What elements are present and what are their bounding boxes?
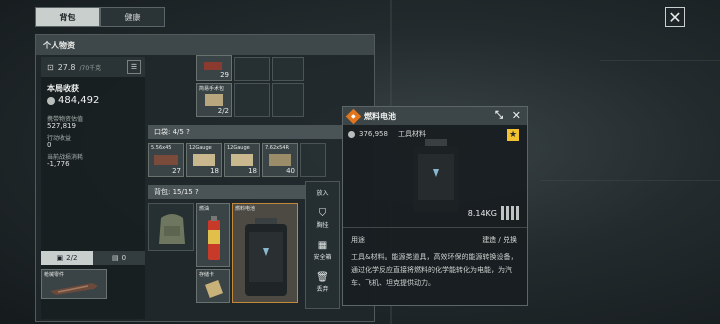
weapon-parts-icon [50,283,98,295]
coin-icon [47,96,55,105]
tab-backpack[interactable]: 背包 [35,7,100,27]
ammo-icon [193,154,215,166]
help-icon[interactable]: ? [195,188,199,196]
grid-size-icon [501,206,519,220]
detail-price: 376,958 [359,130,388,138]
weight-value: 27.8 [57,62,76,72]
tag-icon: ◆ [345,108,362,124]
detail-description: 工具&材料。能源类道具，高效环保的能源转换设备，通过化学反应直接将燃料的化学能转… [351,253,518,287]
weight-bar: ⊡ 27.8 /70千克 ☰ [41,57,145,77]
income-title: 本局收获 [47,84,79,93]
case-tabs: ▣ 2/2 ▤ 0 [41,251,145,265]
backpack-item-memory-card[interactable]: 存储卡 [196,269,230,303]
list-icon: ☰ [130,63,138,71]
item-surgery-kit[interactable]: 简易手术包 2/2 [196,83,232,117]
stats-column: ⊡ 27.8 /70千克 ☰ 本局收获 484,492 携带物资估值 527,8… [41,57,145,319]
tab-health[interactable]: 健康 [100,7,165,27]
grid-slot[interactable] [234,83,270,117]
close-icon[interactable]: ✕ [512,109,521,122]
detail-title: 燃料电池 [364,111,396,121]
briefcase-icon: ▣ [56,254,64,262]
case-tab-2[interactable]: ▤ 0 [93,251,145,265]
ammo-icon [231,154,253,166]
close-button[interactable]: ✕ [665,7,685,27]
weight-unit: /70千克 [79,64,102,72]
pocket-header: 口袋: 4/5 ? [148,125,374,139]
safe-box-icon: ▦ [317,239,328,251]
backpack-header: 背包: 15/15 ? [148,185,306,199]
menu-discard[interactable]: 🗑 丢弃 [306,266,339,298]
grid-slot[interactable] [234,57,270,81]
detail-weight: 8.14KG [467,209,497,218]
pocket-item[interactable]: 7.62x54R 40 [262,143,298,177]
weapon-parts-item[interactable]: 枪械零件 [41,269,107,299]
backpack-item-fuel[interactable]: 燃油 [196,203,230,267]
memory-card-icon [205,280,223,298]
help-icon[interactable]: ? [186,128,190,136]
top-tabs: 背包 健康 [35,7,165,27]
usage-label: 用途 [351,236,365,244]
backpack-item-fuel-cell[interactable]: 燃料电池 [232,203,298,303]
collapse-icon[interactable]: ⤡ [495,110,503,121]
favorite-star-icon[interactable]: ★ [507,129,519,141]
close-icon: ✕ [668,7,682,27]
detail-price-row: 376,958 工具材料 [348,129,426,139]
income-value: 484,492 [58,95,100,106]
fuel-cell-preview [413,139,459,212]
context-menu: 放入 ⛉ 胸挂 ▦ 安全箱 🗑 丢弃 [305,181,340,309]
item-brick[interactable]: 29 [196,55,232,81]
case-tab-1[interactable]: ▣ 2/2 [41,251,93,265]
menu-put-in[interactable]: 放入 [306,182,339,202]
safe-icon: ▤ [111,254,119,262]
backpack-icon [159,214,185,244]
menu-safe-box[interactable]: ▦ 安全箱 [306,234,339,266]
pocket-item[interactable]: 12Gauge 18 [186,143,222,177]
surgery-kit-icon [205,94,223,106]
usage-value: 建造 / 兑换 [482,236,517,244]
panel-title: 个人物资 [36,35,374,55]
fuel-cell-icon [245,218,287,296]
backpack-equip-slot[interactable] [148,203,194,251]
detail-category: 工具材料 [397,130,426,138]
income-row: 484,492 [47,95,99,106]
weight-icon: ⊡ [47,62,54,72]
coin-icon [348,130,355,138]
list-view-button[interactable]: ☰ [127,60,141,74]
ammo-icon [154,155,178,165]
detail-header: ◆ 燃料电池 ⤡ ✕ [343,107,527,125]
action-value: 0 [47,141,52,149]
fuel-can-icon [208,216,220,260]
pocket-item[interactable]: 12Gauge 18 [224,143,260,177]
pocket-item[interactable]: 5.56x45 27 [148,143,184,177]
grid-slot[interactable] [272,57,304,81]
ammo-icon [269,154,291,166]
grid-slot[interactable] [272,83,304,117]
menu-vest[interactable]: ⛉ 胸挂 [306,202,339,234]
carry-value: 527,819 [47,122,76,130]
brick-icon [204,62,222,70]
trash-icon: 🗑 [316,271,329,283]
vest-icon: ⛉ [318,207,327,219]
loss-value: -1,776 [47,160,70,168]
grid-slot[interactable] [300,143,326,177]
item-detail-panel: ◆ 燃料电池 ⤡ ✕ 376,958 工具材料 ★ 8.14KG 用途 建造 /… [342,106,528,306]
